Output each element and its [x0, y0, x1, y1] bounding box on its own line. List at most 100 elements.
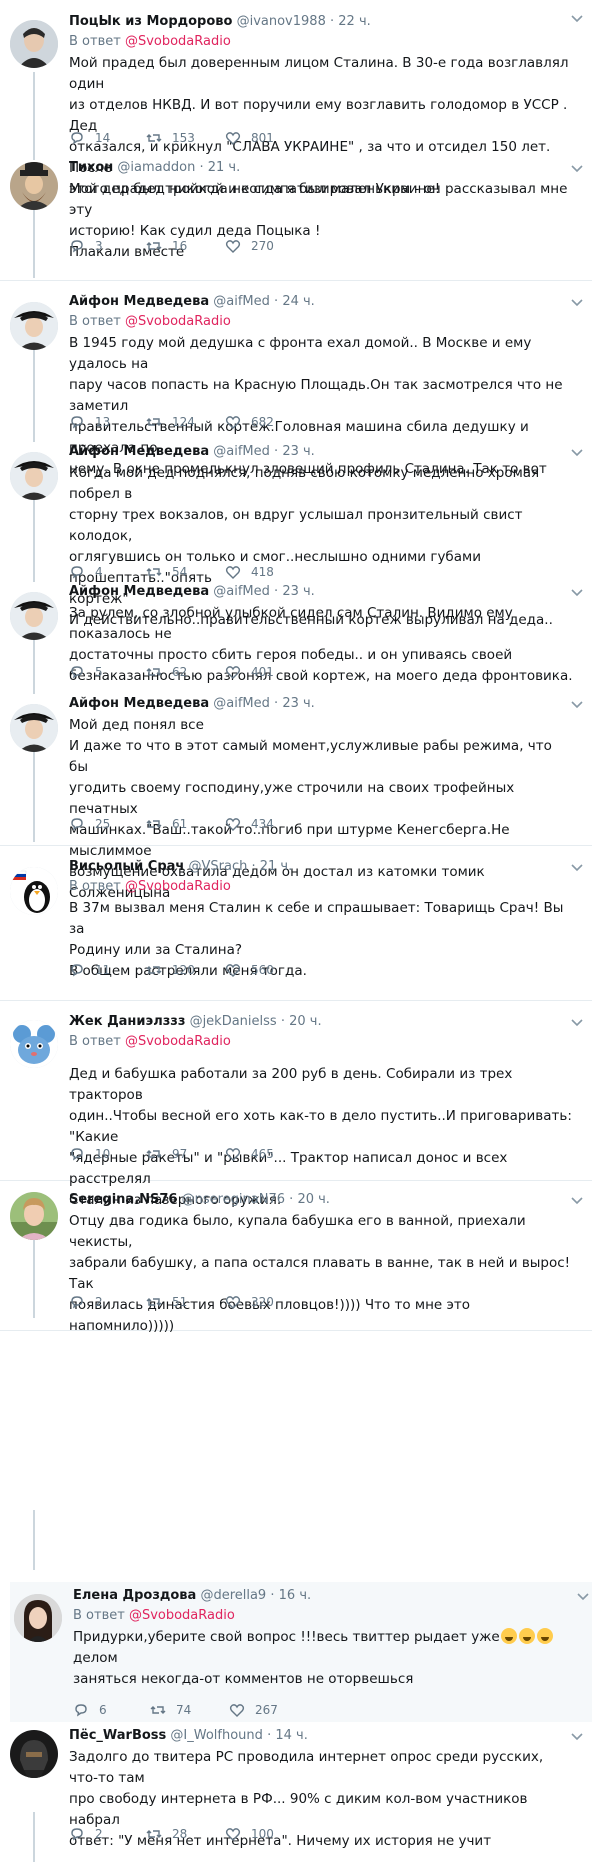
retweet-button[interactable]: 153	[146, 128, 195, 148]
timestamp[interactable]: 23 ч.	[282, 696, 315, 711]
avatar[interactable]	[10, 704, 58, 752]
avatar[interactable]	[10, 162, 58, 210]
author-name[interactable]: Елена Дроздова	[73, 1588, 196, 1603]
author-name[interactable]: ПоцЫк из Мордорово	[69, 14, 232, 29]
author-handle[interactable]: @VSrach	[188, 859, 247, 874]
tweet[interactable]: Айфон Медведева @aifMed · 23 ч. Когда мо…	[0, 440, 592, 628]
author-name[interactable]: Айфон Медведева	[69, 696, 209, 711]
timestamp[interactable]: 21 ч.	[208, 160, 241, 175]
retweet-button[interactable]: 61	[146, 814, 187, 834]
timestamp[interactable]: 22 ч.	[338, 14, 371, 29]
chevron-down-icon[interactable]	[570, 298, 584, 308]
reply-button[interactable]: 4	[69, 562, 103, 582]
author-name[interactable]: Висьолый Срач	[69, 859, 184, 874]
author-handle[interactable]: @iamaddon	[117, 160, 195, 175]
timestamp[interactable]: 16 ч.	[279, 1588, 312, 1603]
mention-link[interactable]: @SvobodaRadio	[129, 1608, 235, 1623]
retweet-button[interactable]: 124	[146, 412, 195, 432]
reply-button[interactable]: 3	[69, 236, 103, 256]
mention-link[interactable]: @SvobodaRadio	[125, 314, 231, 329]
chevron-down-icon[interactable]	[570, 164, 584, 174]
like-button[interactable]: 267	[229, 1700, 278, 1720]
tweet[interactable]: Висьолый Срач @VSrach · 21 ч. В ответ @S…	[0, 845, 592, 1000]
like-button[interactable]: 418	[225, 562, 274, 582]
like-button[interactable]: 320	[225, 1292, 274, 1312]
like-button[interactable]: 100	[225, 1824, 274, 1844]
avatar[interactable]	[10, 1730, 58, 1778]
author-handle[interactable]: @aifMed	[213, 696, 270, 711]
timestamp[interactable]: 24 ч.	[282, 294, 315, 309]
tweet[interactable]: Айфон Медведева @aifMed · 23 ч. Мой дед …	[0, 692, 592, 901]
chevron-down-icon[interactable]	[570, 1196, 584, 1206]
chevron-down-icon[interactable]	[576, 1592, 590, 1602]
timestamp[interactable]: 20 ч.	[289, 1014, 322, 1029]
mention-link[interactable]: @SvobodaRadio	[125, 1034, 231, 1049]
retweet-button[interactable]: 51	[146, 1292, 187, 1312]
tweet[interactable]: Айфон Медведева @aifMed · 24 ч. В ответ …	[0, 290, 592, 477]
reply-button[interactable]: 14	[69, 128, 110, 148]
tweet[interactable]: Тихон @iamaddon · 21 ч. Мой дед был трой…	[0, 150, 592, 280]
like-button[interactable]: 801	[225, 128, 274, 148]
author-handle[interactable]: @aifMed	[213, 444, 270, 459]
author-handle[interactable]: @aifMed	[213, 584, 270, 599]
author-name[interactable]: Жек Даниэлззз	[69, 1014, 185, 1029]
timestamp[interactable]: 21 ч.	[260, 859, 293, 874]
retweet-button[interactable]: 28	[146, 1824, 187, 1844]
timestamp[interactable]: 23 ч.	[282, 444, 315, 459]
avatar[interactable]	[10, 592, 58, 640]
author-name[interactable]: Seregina.NS76	[69, 1192, 177, 1207]
tweet[interactable]: Пёс_WarBoss @I_Wolfhound · 14 ч. Задолго…	[0, 1722, 592, 1862]
reply-button[interactable]: 2	[69, 1824, 103, 1844]
retweet-button[interactable]: 120	[146, 960, 195, 980]
author-handle[interactable]: @aifMed	[213, 294, 270, 309]
reply-button[interactable]: 2	[69, 1292, 103, 1312]
author-name[interactable]: Тихон	[69, 160, 113, 175]
author-handle[interactable]: @I_Wolfhound	[170, 1728, 263, 1743]
author-name[interactable]: Айфон Медведева	[69, 584, 209, 599]
like-button[interactable]: 465	[225, 1144, 274, 1164]
avatar[interactable]	[10, 302, 58, 350]
author-name[interactable]: Пёс_WarBoss	[69, 1728, 166, 1743]
avatar[interactable]	[10, 867, 58, 915]
retweet-button[interactable]: 62	[146, 662, 187, 682]
avatar[interactable]	[10, 452, 58, 500]
author-name[interactable]: Айфон Медведева	[69, 444, 209, 459]
timestamp[interactable]: 20 ч.	[297, 1192, 330, 1207]
retweet-button[interactable]: 16	[146, 236, 187, 256]
mention-link[interactable]: @SvobodaRadio	[125, 34, 231, 49]
tweet[interactable]: ПоцЫк из Мордорово @ivanov1988 · 22 ч. В…	[0, 0, 592, 197]
chevron-down-icon[interactable]	[570, 1732, 584, 1742]
avatar[interactable]	[10, 1192, 58, 1240]
mention-link[interactable]: @SvobodaRadio	[125, 879, 231, 894]
reply-button[interactable]: 13	[69, 412, 110, 432]
tweet[interactable]: Жек Даниэлззз @jekDanielss · 20 ч. В отв…	[0, 1000, 592, 1208]
retweet-button[interactable]: 97	[146, 1144, 187, 1164]
chevron-down-icon[interactable]	[570, 14, 584, 24]
reply-button[interactable]: 11	[69, 960, 110, 980]
author-handle[interactable]: @ivanov1988	[237, 14, 326, 29]
like-button[interactable]: 434	[225, 814, 274, 834]
reply-button[interactable]: 25	[69, 814, 110, 834]
reply-button[interactable]: 6	[73, 1700, 107, 1720]
author-handle[interactable]: @nsereginaN76	[182, 1192, 285, 1207]
chevron-down-icon[interactable]	[570, 700, 584, 710]
reply-button[interactable]: 5	[69, 662, 103, 682]
timestamp[interactable]: 14 ч.	[275, 1728, 308, 1743]
like-button[interactable]: 560	[225, 960, 274, 980]
retweet-button[interactable]: 74	[150, 1700, 191, 1720]
author-handle[interactable]: @derella9	[200, 1588, 266, 1603]
like-button[interactable]: 270	[225, 236, 274, 256]
like-button[interactable]: 682	[225, 412, 274, 432]
like-button[interactable]: 401	[225, 662, 274, 682]
chevron-down-icon[interactable]	[570, 863, 584, 873]
retweet-button[interactable]: 54	[146, 562, 187, 582]
chevron-down-icon[interactable]	[570, 588, 584, 598]
tweet[interactable]: Seregina.NS76 @nsereginaN76 · 20 ч. Отцу…	[0, 1180, 592, 1334]
reply-button[interactable]: 10	[69, 1144, 110, 1164]
avatar[interactable]	[10, 20, 58, 68]
chevron-down-icon[interactable]	[570, 448, 584, 458]
author-name[interactable]: Айфон Медведева	[69, 294, 209, 309]
author-handle[interactable]: @jekDanielss	[190, 1014, 277, 1029]
chevron-down-icon[interactable]	[570, 1018, 584, 1028]
tweet[interactable]: Елена Дроздова @derella9 · 16 ч. В ответ…	[10, 1582, 592, 1722]
